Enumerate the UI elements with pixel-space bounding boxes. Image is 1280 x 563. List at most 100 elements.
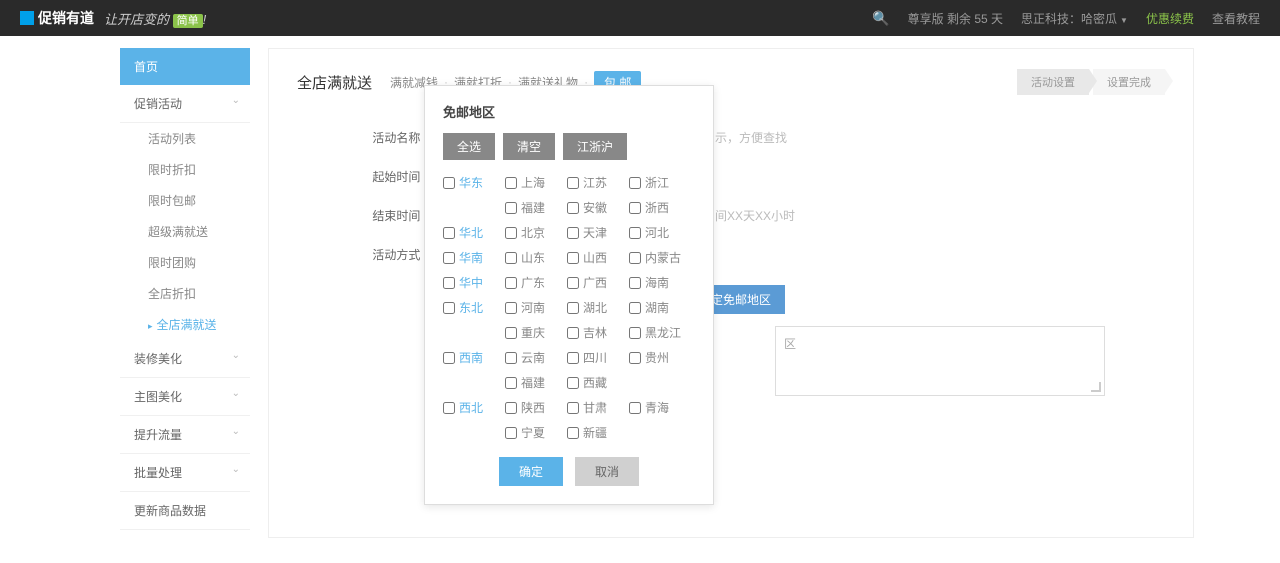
region-checkbox[interactable] — [505, 327, 517, 339]
region-checkbox[interactable] — [505, 377, 517, 389]
region-checkbox[interactable] — [567, 252, 579, 264]
region-checkbox[interactable] — [443, 402, 455, 414]
region-label[interactable]: 重庆 — [521, 324, 545, 341]
region-label[interactable]: 宁夏 — [521, 424, 545, 441]
region-checkbox[interactable] — [629, 227, 641, 239]
region-item[interactable]: 广西 — [567, 274, 623, 291]
region-item[interactable]: 北京 — [505, 224, 561, 241]
region-checkbox[interactable] — [505, 227, 517, 239]
region-label[interactable]: 山东 — [521, 249, 545, 266]
region-item[interactable]: 河南 — [505, 299, 561, 316]
region-label[interactable]: 华东 — [459, 174, 483, 191]
search-icon[interactable]: 🔍 — [872, 10, 889, 27]
sidebar-item[interactable]: 更新商品数据 — [120, 492, 250, 530]
region-checkbox[interactable] — [443, 302, 455, 314]
sidebar-subitem[interactable]: 限时包邮 — [120, 185, 250, 216]
region-item[interactable]: 内蒙古 — [629, 249, 685, 266]
region-label[interactable]: 河南 — [521, 299, 545, 316]
region-label[interactable]: 华南 — [459, 249, 483, 266]
region-checkbox[interactable] — [567, 402, 579, 414]
region-item[interactable]: 福建 — [505, 374, 561, 391]
region-checkbox[interactable] — [505, 202, 517, 214]
region-checkbox[interactable] — [567, 277, 579, 289]
region-label[interactable]: 华中 — [459, 274, 483, 291]
region-checkbox[interactable] — [629, 327, 641, 339]
region-label[interactable]: 四川 — [583, 349, 607, 366]
region-item[interactable]: 江苏 — [567, 174, 623, 191]
region-item[interactable]: 云南 — [505, 349, 561, 366]
region-checkbox[interactable] — [629, 402, 641, 414]
region-checkbox[interactable] — [629, 302, 641, 314]
region-group[interactable]: 西北 — [443, 399, 499, 416]
select-all-button[interactable]: 全选 — [443, 133, 495, 160]
region-label[interactable]: 安徽 — [583, 199, 607, 216]
sidebar-item[interactable]: 批量处理 — [120, 454, 250, 492]
region-label[interactable]: 上海 — [521, 174, 545, 191]
region-item[interactable]: 陕西 — [505, 399, 561, 416]
sidebar-subitem[interactable]: 活动列表 — [120, 123, 250, 154]
region-label[interactable]: 西南 — [459, 349, 483, 366]
region-checkbox[interactable] — [505, 427, 517, 439]
region-group[interactable]: 东北 — [443, 299, 499, 316]
region-checkbox[interactable] — [567, 227, 579, 239]
region-checkbox[interactable] — [567, 302, 579, 314]
company-dropdown[interactable]: 思正科技：哈密瓜▼ — [1021, 10, 1128, 27]
region-label[interactable]: 海南 — [645, 274, 669, 291]
sidebar-subitem[interactable]: 限时团购 — [120, 247, 250, 278]
region-label[interactable]: 新疆 — [583, 424, 607, 441]
sidebar-item[interactable]: 主图美化 — [120, 378, 250, 416]
region-checkbox[interactable] — [567, 202, 579, 214]
region-item[interactable]: 西藏 — [567, 374, 623, 391]
region-label[interactable]: 湖北 — [583, 299, 607, 316]
region-group[interactable]: 西南 — [443, 349, 499, 366]
region-checkbox[interactable] — [567, 377, 579, 389]
region-checkbox[interactable] — [567, 352, 579, 364]
sidebar-item[interactable]: 提升流量 — [120, 416, 250, 454]
region-checkbox[interactable] — [443, 227, 455, 239]
sidebar-subitem[interactable]: 超级满就送 — [120, 216, 250, 247]
region-label[interactable]: 天津 — [583, 224, 607, 241]
region-label[interactable]: 黑龙江 — [645, 324, 681, 341]
sidebar-subitem[interactable]: 限时折扣 — [120, 154, 250, 185]
region-item[interactable]: 青海 — [629, 399, 685, 416]
region-label[interactable]: 甘肃 — [583, 399, 607, 416]
region-checkbox[interactable] — [505, 177, 517, 189]
region-item[interactable]: 浙江 — [629, 174, 685, 191]
region-label[interactable]: 广东 — [521, 274, 545, 291]
region-checkbox[interactable] — [629, 202, 641, 214]
cancel-button[interactable]: 取消 — [575, 457, 639, 486]
region-item[interactable]: 新疆 — [567, 424, 623, 441]
region-label[interactable]: 内蒙古 — [645, 249, 681, 266]
region-label[interactable]: 贵州 — [645, 349, 669, 366]
region-label[interactable]: 陕西 — [521, 399, 545, 416]
region-label[interactable]: 云南 — [521, 349, 545, 366]
region-item[interactable]: 四川 — [567, 349, 623, 366]
region-item[interactable]: 浙西 — [629, 199, 685, 216]
region-checkbox[interactable] — [443, 177, 455, 189]
region-label[interactable]: 江苏 — [583, 174, 607, 191]
region-textarea[interactable]: 区 — [775, 326, 1105, 396]
region-checkbox[interactable] — [567, 177, 579, 189]
region-label[interactable]: 山西 — [583, 249, 607, 266]
region-label[interactable]: 华北 — [459, 224, 483, 241]
tutorial-link[interactable]: 查看教程 — [1212, 10, 1260, 27]
sidebar-item[interactable]: 装修美化 — [120, 340, 250, 378]
region-checkbox[interactable] — [443, 252, 455, 264]
region-item[interactable]: 甘肃 — [567, 399, 623, 416]
sidebar-home[interactable]: 首页 — [120, 48, 250, 85]
sidebar-subitem-active[interactable]: 全店满就送 — [120, 309, 250, 340]
region-checkbox[interactable] — [505, 252, 517, 264]
region-group[interactable]: 华中 — [443, 274, 499, 291]
region-checkbox[interactable] — [443, 277, 455, 289]
region-item[interactable]: 湖南 — [629, 299, 685, 316]
sidebar-subitem[interactable]: 全店折扣 — [120, 278, 250, 309]
region-item[interactable]: 黑龙江 — [629, 324, 685, 341]
region-checkbox[interactable] — [629, 277, 641, 289]
region-item[interactable]: 重庆 — [505, 324, 561, 341]
region-group[interactable]: 华东 — [443, 174, 499, 191]
sidebar-promo[interactable]: 促销活动 — [120, 85, 250, 123]
region-checkbox[interactable] — [567, 327, 579, 339]
region-item[interactable]: 福建 — [505, 199, 561, 216]
renew-link[interactable]: 优惠续费 — [1146, 10, 1194, 27]
region-label[interactable]: 北京 — [521, 224, 545, 241]
